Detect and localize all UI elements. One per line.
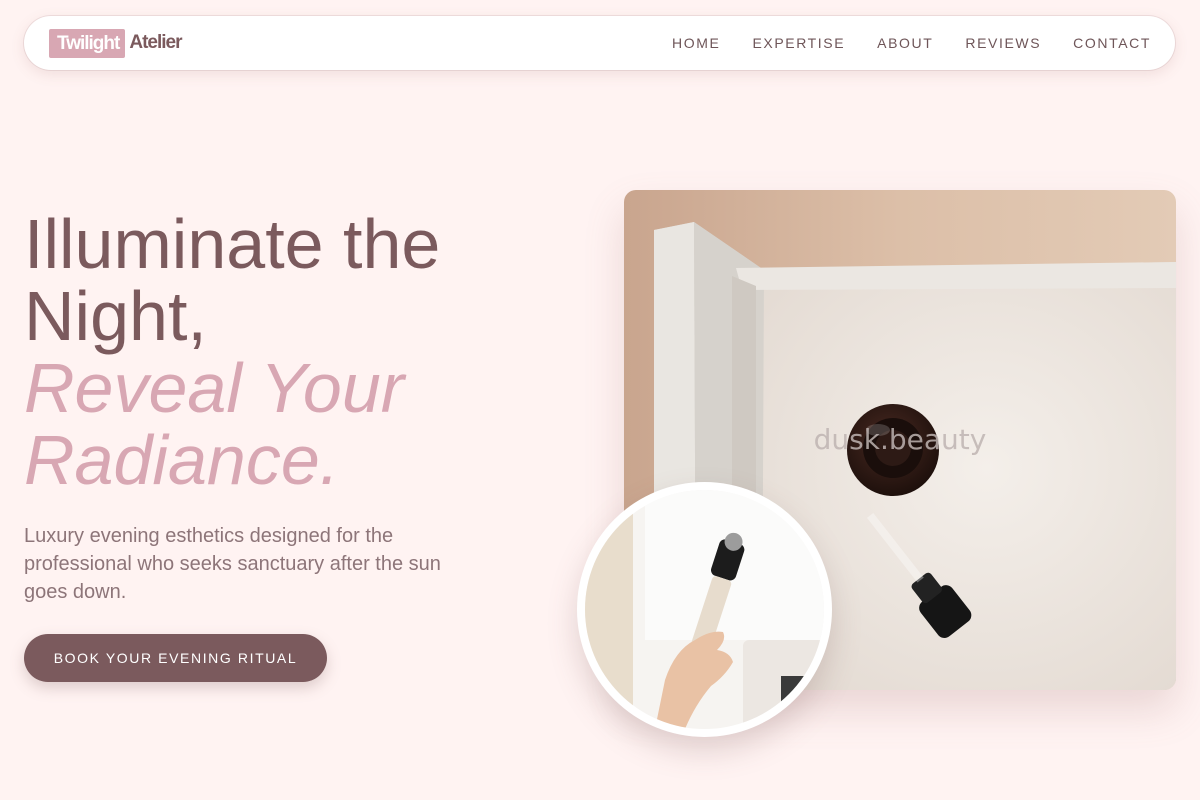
nav-item-about[interactable]: ABOUT bbox=[877, 35, 933, 51]
landing-page: Twilight Atelier HOME EXPERTISE ABOUT RE… bbox=[0, 0, 1200, 800]
nav-item-reviews[interactable]: REVIEWS bbox=[965, 35, 1041, 51]
treatment-photo-circle bbox=[577, 482, 832, 737]
photo-watermark: dusk.beauty bbox=[813, 423, 987, 456]
headline-line-1: Illuminate the bbox=[24, 205, 441, 283]
nav-menu: HOME EXPERTISE ABOUT REVIEWS CONTACT bbox=[672, 35, 1151, 51]
nav-item-contact[interactable]: CONTACT bbox=[1073, 35, 1151, 51]
logo-text: Atelier bbox=[129, 32, 182, 53]
headline-accent-line-2: Radiance. bbox=[24, 421, 340, 499]
top-navigation: Twilight Atelier HOME EXPERTISE ABOUT RE… bbox=[24, 16, 1175, 70]
treatment-photo-illustration bbox=[585, 490, 824, 729]
nav-item-home[interactable]: HOME bbox=[672, 35, 720, 51]
hero-headline: Illuminate the Night, Reveal Your Radian… bbox=[24, 208, 584, 496]
headline-accent-line-1: Reveal Your bbox=[24, 349, 405, 427]
hero-lead-text: Luxury evening esthetics designed for th… bbox=[24, 525, 441, 603]
headline-line-2: Night, bbox=[24, 277, 207, 355]
nav-item-expertise[interactable]: EXPERTISE bbox=[752, 35, 845, 51]
logo-mark: Twilight bbox=[49, 28, 126, 58]
book-ritual-button[interactable]: BOOK YOUR EVENING RITUAL bbox=[24, 634, 327, 682]
logo[interactable]: Twilight Atelier bbox=[49, 28, 183, 58]
